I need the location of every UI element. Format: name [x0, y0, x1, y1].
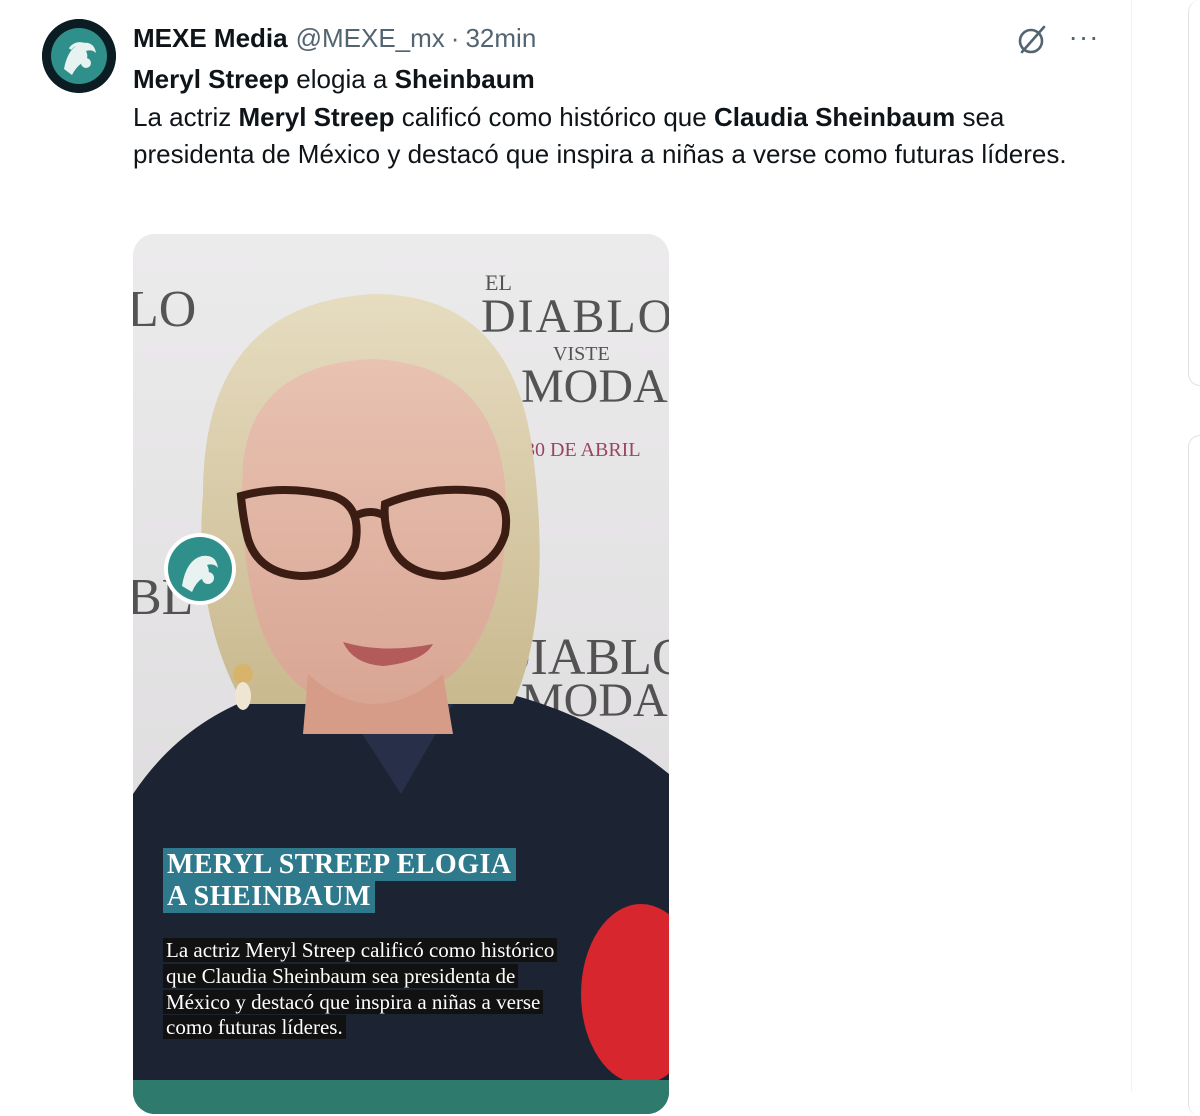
- body-part-1: La actriz: [133, 101, 239, 132]
- right-rail-card-edge: [1188, 0, 1200, 386]
- separator-dot: ·: [450, 22, 460, 53]
- headline-target: Sheinbaum: [394, 64, 535, 94]
- headline-name: Meryl Streep: [133, 64, 290, 94]
- avatar[interactable]: [42, 19, 116, 93]
- grok-icon[interactable]: [1014, 22, 1050, 58]
- backdrop-diablo: DIABLO: [481, 290, 669, 343]
- video-overlay-title: MERYL STREEP ELOGIA A SHEINBAUM: [163, 848, 516, 913]
- headline-verb: elogia a: [289, 64, 395, 94]
- video-overlay-caption: La actriz Meryl Streep calificó como his…: [163, 938, 558, 1041]
- backdrop-date: 30 DE ABRIL: [525, 439, 641, 461]
- author-handle[interactable]: @MEXE_mx: [296, 23, 445, 54]
- author-name[interactable]: MEXE Media: [133, 23, 288, 54]
- overlay-caption-text: La actriz Meryl Streep calificó como his…: [163, 938, 558, 1040]
- body-name-2: Claudia Sheinbaum: [713, 101, 956, 132]
- backdrop-left-lo: LO: [133, 281, 196, 338]
- tweet-card[interactable]: MEXE Media @MEXE_mx · 32min ··· Meryl St…: [0, 0, 1132, 1114]
- right-rail-card-edge-2: [1188, 435, 1200, 1116]
- tweet-text: Meryl Streep elogia a Sheinbaum La actri…: [133, 61, 1113, 174]
- body-name-1: Meryl Streep: [238, 101, 395, 132]
- overlay-title-text: MERYL STREEP ELOGIA A SHEINBAUM: [163, 848, 516, 913]
- backdrop-moda: MODA: [521, 360, 668, 413]
- body-part-2: calificó como histórico que: [394, 101, 714, 132]
- tweet-timestamp[interactable]: 32min: [465, 23, 536, 54]
- mexe-logo-icon: [42, 19, 116, 93]
- tweet-header: MEXE Media @MEXE_mx · 32min: [133, 20, 536, 56]
- more-options-icon[interactable]: ···: [1066, 22, 1102, 58]
- tweet-body: La actriz Meryl Streep calificó como his…: [133, 99, 1113, 174]
- video-watermark-logo: [162, 530, 238, 608]
- tweet-headline: Meryl Streep elogia a Sheinbaum: [133, 61, 1113, 99]
